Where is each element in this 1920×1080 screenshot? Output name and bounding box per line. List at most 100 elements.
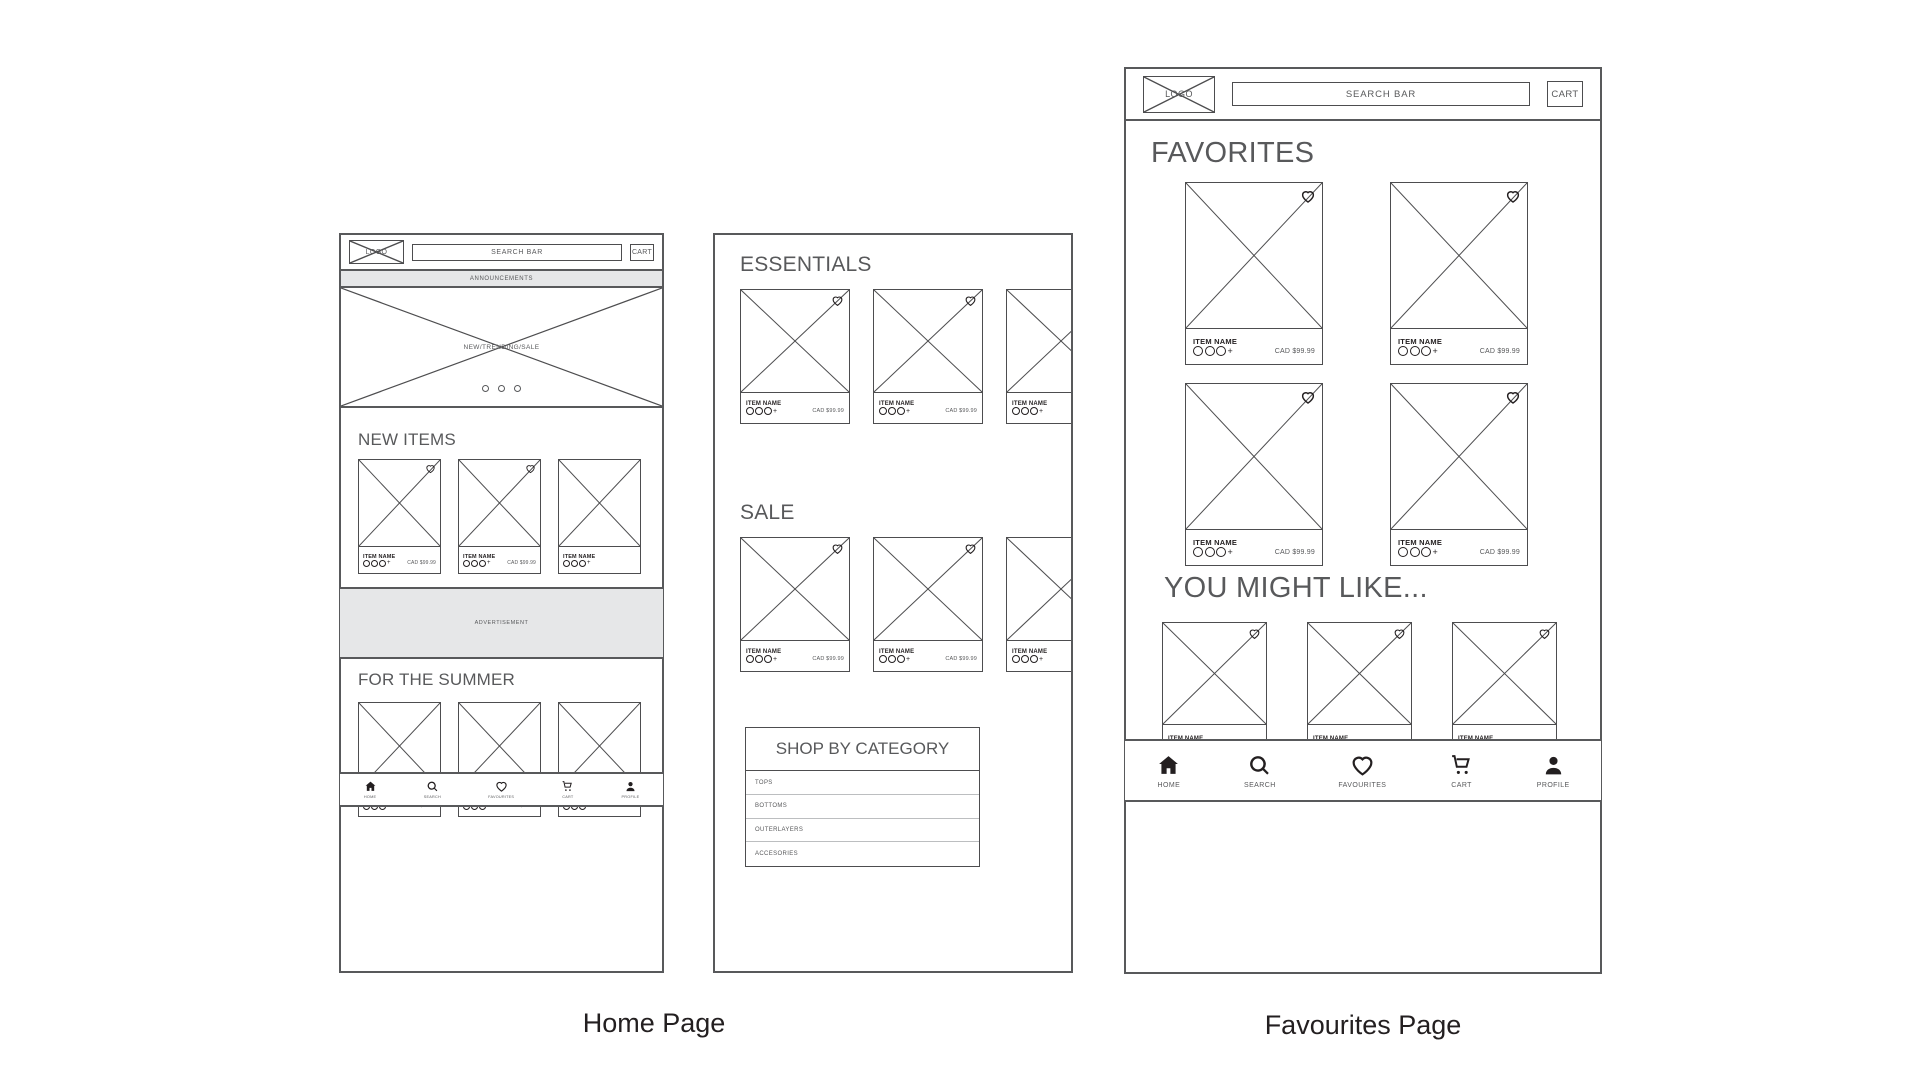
color-swatches[interactable]: + bbox=[746, 407, 777, 415]
color-swatch[interactable] bbox=[1021, 407, 1029, 415]
category-row-bottoms[interactable]: BOTTOMS bbox=[746, 795, 979, 819]
color-swatch[interactable] bbox=[1216, 547, 1226, 557]
search-input[interactable]: SEARCH BAR bbox=[1232, 82, 1530, 106]
color-swatch[interactable] bbox=[755, 655, 763, 663]
color-swatch[interactable] bbox=[1409, 547, 1420, 557]
nav-item-profile[interactable]: PROFILE bbox=[1537, 753, 1570, 789]
color-swatches[interactable]: + bbox=[1193, 346, 1233, 356]
color-swatch[interactable] bbox=[1193, 547, 1203, 557]
nav-item-home[interactable]: HOME bbox=[364, 780, 377, 799]
color-swatches[interactable]: + bbox=[746, 655, 777, 663]
favourite-heart-icon[interactable] bbox=[1538, 627, 1551, 640]
product-card[interactable]: ITEM NAME bbox=[1452, 622, 1557, 744]
color-swatches[interactable]: + bbox=[1398, 346, 1438, 356]
product-card[interactable]: ITEM NAME + CAD $99.99 bbox=[358, 459, 441, 574]
color-swatch[interactable] bbox=[1012, 655, 1020, 663]
color-swatch[interactable] bbox=[379, 559, 386, 567]
nav-item-home[interactable]: HOME bbox=[1156, 753, 1181, 789]
product-card[interactable]: ITEM NAME + CAD $99.99 bbox=[740, 289, 850, 424]
color-swatch[interactable] bbox=[1204, 547, 1215, 557]
color-swatch[interactable] bbox=[755, 407, 763, 415]
color-swatch[interactable] bbox=[879, 407, 887, 415]
shop-by-category-table[interactable]: SHOP BY CATEGORY TOPS BOTTOMS OUTERLAYER… bbox=[745, 727, 980, 867]
color-swatch[interactable] bbox=[371, 559, 378, 567]
color-swatch[interactable] bbox=[1012, 407, 1020, 415]
color-swatch[interactable] bbox=[888, 655, 896, 663]
color-swatches[interactable]: + bbox=[1012, 655, 1043, 663]
product-card[interactable]: ITEM NAME + CAD $99.99 bbox=[873, 537, 983, 672]
color-swatches[interactable]: + bbox=[1193, 547, 1233, 557]
color-swatch[interactable] bbox=[1398, 346, 1408, 356]
color-swatch[interactable] bbox=[463, 559, 470, 567]
category-row-accesories[interactable]: ACCESORIES bbox=[746, 842, 979, 866]
color-swatches[interactable]: + bbox=[1398, 547, 1438, 557]
nav-item-search[interactable]: SEARCH bbox=[424, 780, 441, 799]
favourite-heart-icon[interactable] bbox=[831, 542, 844, 555]
product-card[interactable]: ITEM NAME + bbox=[1006, 289, 1071, 424]
logo-placeholder[interactable]: LOGO bbox=[349, 240, 404, 264]
color-swatch[interactable] bbox=[897, 407, 905, 415]
favourite-heart-icon[interactable] bbox=[964, 294, 977, 307]
color-swatch[interactable] bbox=[363, 559, 370, 567]
favourite-heart-icon[interactable] bbox=[964, 542, 977, 555]
carousel-dots[interactable] bbox=[341, 385, 662, 392]
favourite-heart-icon[interactable] bbox=[831, 294, 844, 307]
color-swatches[interactable]: + bbox=[563, 559, 591, 567]
color-swatch[interactable] bbox=[571, 559, 578, 567]
bottom-navigation-bar[interactable]: HOME SEARCH FAVOURITES CART PROFILE bbox=[1125, 739, 1601, 802]
color-swatch[interactable] bbox=[1409, 346, 1420, 356]
color-swatches[interactable]: + bbox=[363, 559, 391, 567]
nav-item-cart[interactable]: CART bbox=[561, 780, 574, 799]
hero-carousel[interactable]: NEW/TRENDING/SALE bbox=[341, 288, 662, 408]
color-swatch[interactable] bbox=[1421, 547, 1431, 557]
nav-item-favourites[interactable]: FAVOURITES bbox=[1338, 753, 1386, 789]
color-swatch[interactable] bbox=[1030, 655, 1038, 663]
new-items-carousel[interactable]: ITEM NAME + CAD $99.99 ITEM NAME + CAD $… bbox=[341, 459, 662, 579]
color-swatch[interactable] bbox=[579, 559, 586, 567]
product-card[interactable]: ITEM NAME + CAD $99.99 bbox=[1390, 182, 1528, 365]
color-swatch[interactable] bbox=[764, 655, 772, 663]
bottom-navigation-bar[interactable]: HOME SEARCH FAVOURITES CART PROFILE bbox=[340, 772, 663, 807]
nav-item-profile[interactable]: PROFILE bbox=[622, 780, 640, 799]
color-swatch[interactable] bbox=[879, 655, 887, 663]
carousel-dot[interactable] bbox=[482, 385, 489, 392]
product-card[interactable]: ITEM NAME + CAD $99.99 bbox=[740, 537, 850, 672]
color-swatch[interactable] bbox=[746, 407, 754, 415]
essentials-carousel[interactable]: ITEM NAME + CAD $99.99 ITEM NAME + CAD $… bbox=[715, 289, 1071, 429]
favourite-heart-icon[interactable] bbox=[1300, 188, 1316, 204]
product-card[interactable]: ITEM NAME + bbox=[1006, 537, 1071, 672]
color-swatches[interactable]: + bbox=[879, 655, 910, 663]
color-swatch[interactable] bbox=[1021, 655, 1029, 663]
carousel-dot[interactable] bbox=[498, 385, 505, 392]
color-swatches[interactable]: + bbox=[1012, 407, 1043, 415]
recommendations-carousel[interactable]: ITEM NAME ITEM NAME bbox=[1126, 622, 1600, 744]
color-swatch[interactable] bbox=[1216, 346, 1226, 356]
color-swatch[interactable] bbox=[563, 559, 570, 567]
cart-button[interactable]: CART bbox=[1547, 81, 1583, 107]
product-card[interactable]: ITEM NAME + CAD $99.99 bbox=[1390, 383, 1528, 566]
color-swatch[interactable] bbox=[764, 407, 772, 415]
color-swatch[interactable] bbox=[746, 655, 754, 663]
cart-button[interactable]: CART bbox=[630, 243, 654, 261]
nav-item-search[interactable]: SEARCH bbox=[1244, 753, 1276, 789]
color-swatch[interactable] bbox=[1398, 547, 1408, 557]
product-card[interactable]: ITEM NAME + bbox=[558, 459, 641, 574]
color-swatch[interactable] bbox=[1421, 346, 1431, 356]
color-swatch[interactable] bbox=[471, 559, 478, 567]
product-card[interactable]: ITEM NAME bbox=[1162, 622, 1267, 744]
color-swatch[interactable] bbox=[897, 655, 905, 663]
category-row-outerlayers[interactable]: OUTERLAYERS bbox=[746, 819, 979, 843]
logo-placeholder[interactable]: LOGO bbox=[1143, 75, 1215, 113]
color-swatch[interactable] bbox=[479, 559, 486, 567]
product-card[interactable]: ITEM NAME + CAD $99.99 bbox=[873, 289, 983, 424]
color-swatches[interactable]: + bbox=[463, 559, 491, 567]
nav-item-favourites[interactable]: FAVOURITES bbox=[488, 780, 514, 799]
announcement-bar[interactable]: ANNOUNCEMENTS bbox=[341, 271, 662, 288]
product-card[interactable]: ITEM NAME + CAD $99.99 bbox=[1185, 383, 1323, 566]
color-swatches[interactable]: + bbox=[879, 407, 910, 415]
product-card[interactable]: ITEM NAME bbox=[1307, 622, 1412, 744]
category-row-tops[interactable]: TOPS bbox=[746, 771, 979, 796]
favourite-heart-icon[interactable] bbox=[1393, 627, 1406, 640]
nav-item-cart[interactable]: CART bbox=[1449, 753, 1474, 789]
color-swatch[interactable] bbox=[1193, 346, 1203, 356]
